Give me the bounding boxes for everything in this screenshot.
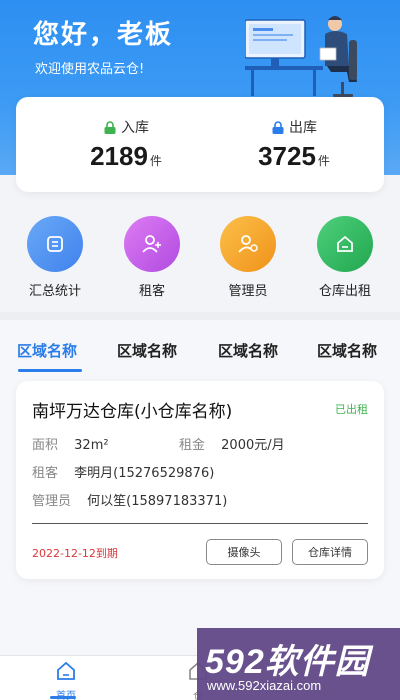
stock-in-stat[interactable]: 入库 2189 件 — [61, 117, 191, 172]
quick-warehouse-rent-label: 仓库出租 — [318, 284, 371, 299]
warehouse-card[interactable]: 南坪万达仓库(小仓库名称) 已出租 面积 32m² 租金 2000元/月 租客 … — [16, 381, 384, 579]
unlock-icon — [272, 120, 284, 134]
section-separator — [0, 312, 400, 320]
admin-label: 管理员 — [32, 494, 72, 509]
admin-icon — [220, 216, 276, 272]
tenant-row: 租客 李明月(15276529876) — [32, 462, 214, 481]
nav-active-indicator — [50, 696, 76, 699]
region-tabs: 区域名称 区域名称 区域名称 区域名称 — [0, 340, 400, 372]
nav-home[interactable]: 首页 — [36, 660, 96, 700]
greeting-title: 您好，老板 — [33, 20, 174, 50]
quick-actions: 汇总统计 租客 管理员 仓库出租 — [0, 216, 400, 299]
tab-region-1[interactable]: 区域名称 — [17, 340, 77, 361]
tab-region-3[interactable]: 区域名称 — [218, 340, 278, 361]
area-label: 面积 — [32, 438, 59, 453]
lock-icon — [104, 120, 116, 134]
status-badge: 已出租 — [335, 403, 368, 416]
area-value: 32m² — [74, 438, 109, 453]
watermark-brand: 592软件园 — [205, 643, 370, 681]
stock-in-value: 2189 — [90, 141, 148, 171]
stock-out-unit: 件 — [317, 154, 330, 168]
quick-admin-button[interactable]: 管理员 — [203, 216, 293, 299]
add-user-icon — [124, 216, 180, 272]
area-row: 面积 32m² — [32, 434, 109, 453]
welcome-text: 欢迎使用农品云仓! — [35, 62, 145, 77]
quick-warehouse-rent-button[interactable]: 仓库出租 — [300, 216, 390, 299]
tab-region-4[interactable]: 区域名称 — [317, 340, 377, 361]
camera-button[interactable]: 摄像头 — [206, 539, 282, 565]
warehouse-title: 南坪万达仓库(小仓库名称) — [32, 402, 233, 422]
due-date: 2022-12-12到期 — [32, 547, 118, 560]
rent-value: 2000元/月 — [221, 438, 285, 453]
active-tab-indicator — [18, 369, 82, 372]
stock-in-unit: 件 — [149, 154, 162, 168]
quick-summary-button[interactable]: 汇总统计 — [10, 216, 100, 299]
tab-region-2[interactable]: 区域名称 — [117, 340, 177, 361]
admin-value: 何以笙(15897183371) — [87, 494, 228, 509]
admin-row: 管理员 何以笙(15897183371) — [32, 490, 227, 509]
quick-admin-label: 管理员 — [228, 284, 268, 299]
home-icon — [57, 661, 75, 680]
rent-row: 租金 2000元/月 — [179, 434, 285, 453]
quick-tenant-button[interactable]: 租客 — [107, 216, 197, 299]
stock-out-label: 出库 — [289, 120, 317, 136]
summary-icon — [27, 216, 83, 272]
quick-summary-label: 汇总统计 — [28, 284, 81, 299]
warehouse-icon — [317, 216, 373, 272]
rent-label: 租金 — [179, 438, 206, 453]
stock-out-value: 3725 — [258, 141, 316, 171]
warehouse-detail-button[interactable]: 仓库详情 — [292, 539, 368, 565]
card-divider — [32, 523, 368, 524]
quick-tenant-label: 租客 — [138, 284, 165, 299]
stock-out-stat[interactable]: 出库 3725 件 — [229, 117, 359, 172]
tenant-label: 租客 — [32, 466, 59, 481]
watermark-url: www.592xiazai.com — [207, 678, 322, 693]
watermark: 592软件园 www.592xiazai.com — [197, 628, 400, 700]
stats-card: 入库 2189 件 出库 3725 件 — [16, 97, 384, 192]
tenant-value: 李明月(15276529876) — [74, 466, 215, 481]
stock-in-label: 入库 — [121, 120, 149, 136]
office-illustration — [245, 16, 357, 97]
